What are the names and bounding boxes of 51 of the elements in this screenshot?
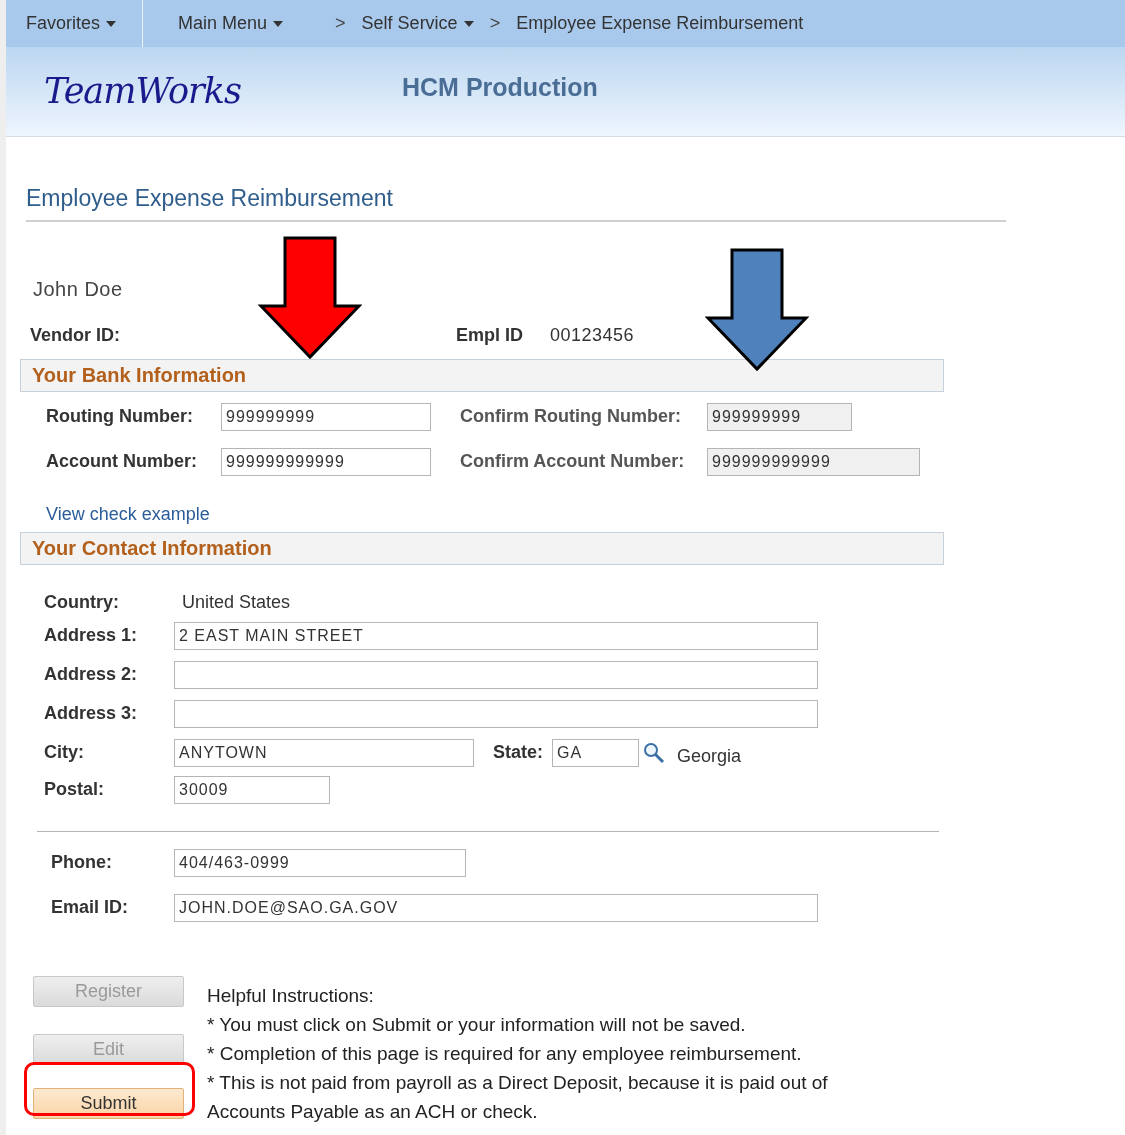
nav-menu[interactable]: Favorites bbox=[26, 10, 117, 37]
field-label: Address 2: bbox=[44, 663, 139, 686]
input-field[interactable]: 404/463-0999 bbox=[174, 848, 466, 877]
country-value: United States bbox=[182, 591, 291, 614]
field-label: Routing Number: bbox=[46, 405, 194, 428]
field-label: Phone: bbox=[51, 851, 113, 874]
instruction-text: * This is not paid from payroll as a Direct Deposit, because it is paid out of Accounts Payable as an ACH or check. bbox=[207, 1070, 829, 1124]
field-label: Country: bbox=[44, 591, 120, 614]
field-label: Confirm Account Number: bbox=[460, 450, 686, 473]
field-label: State: bbox=[493, 741, 544, 764]
field-label: Postal: bbox=[44, 778, 105, 801]
input-field[interactable]: 999999999999 bbox=[707, 447, 920, 476]
page-title: Employee Expense Reimbursement bbox=[26, 185, 393, 211]
input-field[interactable] bbox=[174, 660, 818, 689]
field-label: Account Number: bbox=[46, 450, 198, 473]
input-field[interactable]: 30009 bbox=[174, 775, 330, 804]
input-field[interactable]: 999999999 bbox=[707, 402, 852, 431]
nav-menu[interactable]: Main Menu bbox=[178, 10, 284, 37]
empl-id-value: 00123456 bbox=[550, 324, 635, 347]
logo: TeamWorks bbox=[44, 70, 242, 114]
instruction-text: * You must click on Submit or your information will not be saved. bbox=[207, 1012, 747, 1037]
employee-name: John Doe bbox=[33, 276, 124, 298]
nav-menu[interactable]: Self Service bbox=[361, 10, 474, 37]
field-label: Email ID: bbox=[51, 896, 130, 919]
nav-menu[interactable]: Employee Expense Reimbursement bbox=[516, 10, 804, 37]
input-field[interactable]: GA bbox=[552, 738, 639, 767]
instruction-text: Helpful Instructions: bbox=[207, 983, 375, 1008]
environment-title: HCM Production bbox=[402, 71, 598, 103]
state-name: Georgia bbox=[677, 745, 742, 768]
field-label: Address 1: bbox=[44, 624, 139, 647]
caret-icon bbox=[106, 20, 117, 27]
check-example-link[interactable]: View check example bbox=[46, 503, 210, 524]
section-title: Your Bank Information bbox=[32, 363, 247, 388]
search-icon[interactable] bbox=[643, 741, 665, 764]
instruction-text: * Completion of this page is required for any employee reimbursement. bbox=[207, 1041, 803, 1066]
input-field[interactable]: 2 EAST MAIN STREET bbox=[174, 621, 818, 650]
field-label: Confirm Routing Number: bbox=[460, 405, 682, 428]
field-label: Vendor ID: bbox=[30, 324, 121, 347]
field-label: Address 3: bbox=[44, 702, 139, 725]
field-label: Empl ID bbox=[456, 324, 524, 347]
input-field[interactable]: 999999999999 bbox=[221, 447, 431, 476]
field-label: City: bbox=[44, 741, 85, 764]
breadcrumb-separator: > bbox=[488, 12, 502, 35]
input-field[interactable]: 999999999 bbox=[221, 402, 431, 431]
input-field[interactable] bbox=[174, 699, 818, 728]
input-field[interactable]: JOHN.DOE@SAO.GA.GOV bbox=[174, 893, 818, 922]
caret-icon bbox=[273, 20, 284, 27]
input-field[interactable]: ANYTOWN bbox=[174, 738, 474, 767]
section-title: Your Contact Information bbox=[32, 536, 272, 561]
breadcrumb-separator: > bbox=[334, 12, 347, 35]
caret-icon bbox=[463, 20, 474, 27]
